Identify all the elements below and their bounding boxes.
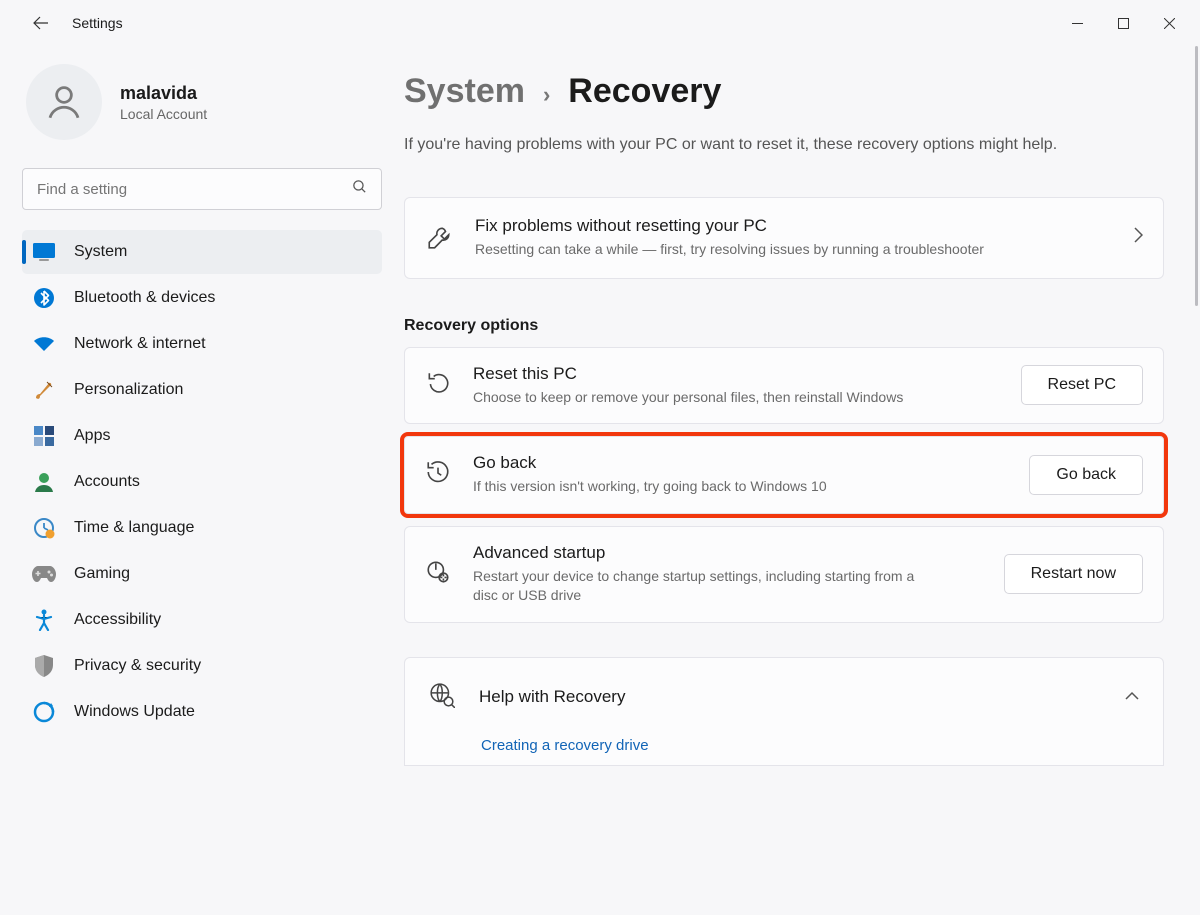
maximize-icon [1118,18,1129,29]
sidebar-item-label: Personalization [74,381,183,399]
go-back-button[interactable]: Go back [1029,455,1143,495]
sidebar-item-privacy[interactable]: Privacy & security [22,644,382,688]
fix-problems-card[interactable]: Fix problems without resetting your PC R… [404,197,1164,279]
restart-now-button[interactable]: Restart now [1004,554,1143,594]
sidebar-item-label: Bluetooth & devices [74,289,215,307]
accessibility-icon [32,608,56,632]
power-settings-icon [425,559,451,590]
advanced-startup-card: Advanced startup Restart your device to … [404,526,1164,623]
fix-problems-title: Fix problems without resetting your PC [475,216,984,236]
sidebar-item-network[interactable]: Network & internet [22,322,382,366]
page-description: If you're having problems with your PC o… [404,133,1124,157]
paintbrush-icon [32,378,56,402]
accounts-icon [32,470,56,494]
sidebar-item-label: Time & language [74,519,194,537]
minimize-button[interactable] [1054,6,1100,40]
nav: System Bluetooth & devices Network & int… [22,230,392,734]
close-icon [1164,18,1175,29]
settings-window: Settings malavida Local Account [0,0,1200,915]
maximize-button[interactable] [1100,6,1146,40]
profile-sub: Local Account [120,106,207,122]
reset-icon [425,370,451,401]
help-links: Creating a recovery drive [429,737,1139,765]
close-button[interactable] [1146,6,1192,40]
sidebar-item-accounts[interactable]: Accounts [22,460,382,504]
reset-pc-card: Reset this PC Choose to keep or remove y… [404,347,1164,425]
minimize-icon [1072,18,1083,29]
sidebar-item-label: Accounts [74,473,140,491]
sidebar-item-label: Privacy & security [74,657,201,675]
chevron-up-icon [1125,688,1139,706]
shield-icon [32,654,56,678]
avatar [26,64,102,140]
sidebar-item-label: Network & internet [74,335,206,353]
back-arrow-icon [33,15,49,31]
sidebar-item-time[interactable]: Time & language [22,506,382,550]
main-content: System › Recovery If you're having probl… [398,46,1200,915]
sidebar-item-accessibility[interactable]: Accessibility [22,598,382,642]
sidebar-item-system[interactable]: System [22,230,382,274]
sidebar-item-gaming[interactable]: Gaming [22,552,382,596]
wrench-icon [425,224,453,252]
sidebar-item-label: Gaming [74,565,130,583]
sidebar-item-label: Windows Update [74,703,195,721]
go-back-sub: If this version isn't working, try going… [473,477,933,497]
profile-text: malavida Local Account [120,83,207,122]
apps-icon [32,424,56,448]
reset-title: Reset this PC [473,364,999,384]
chevron-right-icon: › [543,82,550,108]
window-controls [1054,6,1192,40]
scrollbar[interactable] [1195,46,1198,306]
sidebar-item-personalization[interactable]: Personalization [22,368,382,412]
search-input[interactable] [22,168,382,210]
sidebar-item-update[interactable]: Windows Update [22,690,382,734]
sidebar-item-bluetooth[interactable]: Bluetooth & devices [22,276,382,320]
sidebar: malavida Local Account System Bluetooth … [0,46,398,915]
page-title: Recovery [568,72,721,111]
go-back-card: Go back If this version isn't working, t… [404,436,1164,514]
user-icon [43,81,85,123]
help-header[interactable]: Help with Recovery [429,682,1139,713]
advanced-title: Advanced startup [473,543,982,563]
back-button[interactable] [24,6,58,40]
recovery-options-heading: Recovery options [404,317,1164,335]
chevron-right-icon [1133,227,1143,248]
fix-problems-text: Fix problems without resetting your PC R… [475,216,984,260]
search-icon [351,178,368,200]
help-link-recovery-drive[interactable]: Creating a recovery drive [481,737,649,754]
advanced-sub: Restart your device to change startup se… [473,567,933,606]
sidebar-item-label: System [74,243,127,261]
reset-sub: Choose to keep or remove your personal f… [473,388,933,408]
clock-globe-icon [32,516,56,540]
sidebar-item-label: Apps [74,427,110,445]
update-icon [32,700,56,724]
system-icon [32,240,56,264]
go-back-title: Go back [473,453,1007,473]
gamepad-icon [32,562,56,586]
wifi-icon [32,332,56,356]
help-card: Help with Recovery Creating a recovery d… [404,657,1164,766]
sidebar-item-label: Accessibility [74,611,161,629]
app-title: Settings [72,15,123,31]
history-icon [425,459,451,490]
breadcrumb: System › Recovery [404,72,1164,111]
profile[interactable]: malavida Local Account [22,64,392,140]
breadcrumb-parent[interactable]: System [404,72,525,111]
help-title: Help with Recovery [479,687,1101,707]
fix-problems-sub: Resetting can take a while — first, try … [475,240,984,260]
titlebar: Settings [0,0,1200,46]
search-container [22,168,382,210]
reset-pc-button[interactable]: Reset PC [1021,365,1143,405]
profile-name: malavida [120,83,207,104]
sidebar-item-apps[interactable]: Apps [22,414,382,458]
bluetooth-icon [32,286,56,310]
globe-search-icon [429,682,455,713]
